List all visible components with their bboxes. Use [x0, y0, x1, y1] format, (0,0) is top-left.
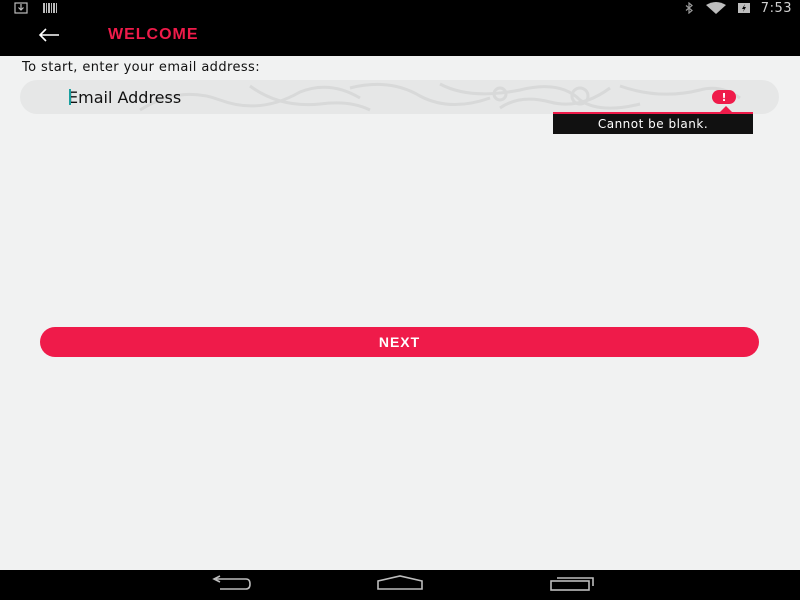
exclamation-icon[interactable]: ! — [712, 90, 736, 104]
status-time: 7:53 — [760, 0, 792, 16]
nav-home-button[interactable] — [376, 574, 424, 596]
status-left-icons — [14, 1, 58, 15]
arrow-left-icon — [38, 27, 60, 46]
home-icon — [376, 575, 424, 595]
status-right-icons: 7:53 — [683, 0, 792, 16]
email-field-container — [20, 80, 779, 114]
barcode-icon — [42, 0, 58, 18]
navigation-bar — [0, 570, 800, 600]
email-prompt-label: To start, enter your email address: — [22, 60, 260, 75]
bluetooth-icon — [683, 0, 695, 18]
battery-charging-icon — [737, 0, 751, 18]
recents-icon — [549, 575, 595, 595]
back-icon — [206, 575, 252, 595]
status-bar: 7:53 — [0, 0, 800, 16]
error-tooltip: Cannot be blank. — [553, 112, 753, 134]
nav-back-button[interactable] — [205, 574, 253, 596]
nav-recents-button[interactable] — [548, 574, 596, 596]
text-caret — [69, 89, 71, 105]
back-button[interactable] — [34, 24, 64, 48]
app-bar: WELCOME — [0, 16, 800, 56]
next-button[interactable]: NEXT — [40, 327, 759, 357]
email-input[interactable] — [68, 80, 708, 114]
wifi-icon — [705, 0, 727, 18]
page-title: WELCOME — [108, 26, 199, 43]
download-icon — [14, 0, 28, 18]
